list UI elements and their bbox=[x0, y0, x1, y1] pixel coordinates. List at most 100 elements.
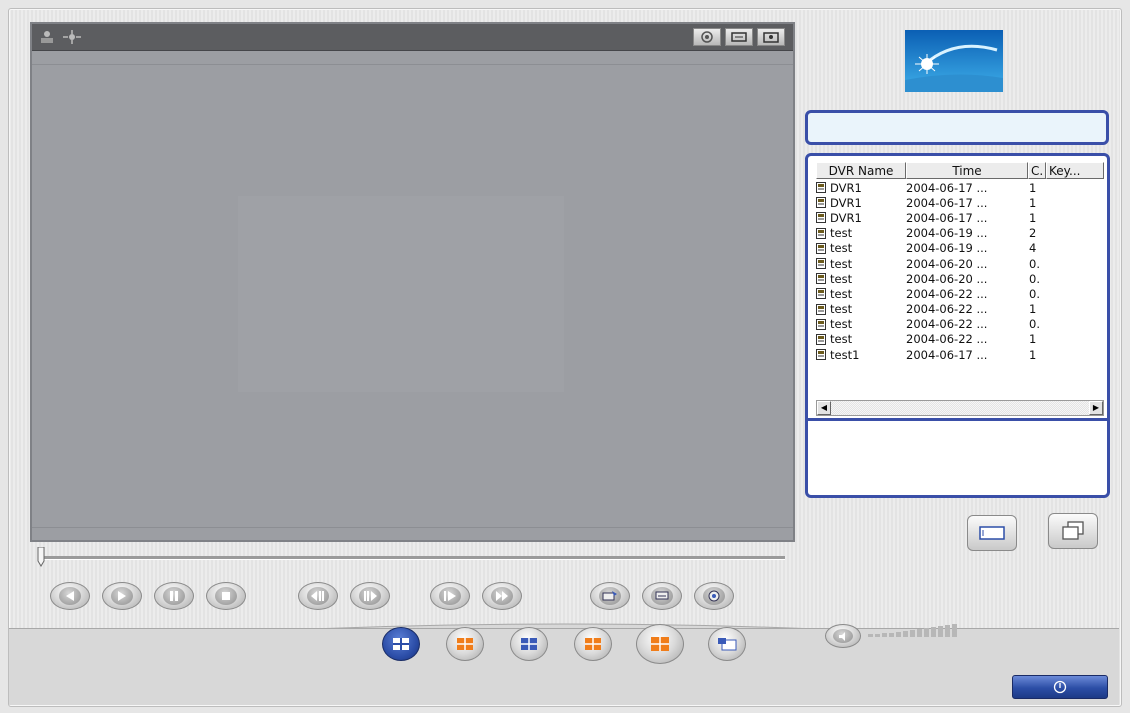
split-16-button[interactable] bbox=[636, 624, 684, 664]
cell-time: 2004-06-22 ... bbox=[906, 286, 988, 301]
video-toolbar bbox=[32, 24, 793, 51]
split-16-icon bbox=[651, 637, 669, 651]
column-channel[interactable]: C. bbox=[1028, 162, 1046, 179]
ptz-icon[interactable] bbox=[62, 29, 81, 45]
split-6-button[interactable] bbox=[510, 627, 548, 661]
cell-dvr-name: test bbox=[816, 272, 906, 286]
cell-dvr-name: test bbox=[816, 287, 906, 301]
power-icon bbox=[1053, 680, 1067, 694]
column-dvr-name[interactable]: DVR Name bbox=[816, 162, 906, 179]
volume-button[interactable] bbox=[825, 624, 861, 648]
document-icon bbox=[816, 258, 826, 270]
slow-icon bbox=[439, 587, 461, 605]
dvr-name: test bbox=[830, 286, 853, 301]
dvr-name: DVR1 bbox=[830, 195, 862, 210]
save-clip-button[interactable] bbox=[590, 582, 630, 610]
print-icon[interactable] bbox=[725, 28, 753, 46]
column-key[interactable]: Key... bbox=[1046, 162, 1104, 179]
cell-time: 2004-06-20 ... bbox=[906, 271, 988, 286]
playback-slider[interactable] bbox=[40, 556, 785, 560]
print-icon bbox=[651, 587, 673, 605]
cell-time: 2004-06-19 ... bbox=[906, 226, 988, 241]
scroll-left-icon[interactable]: ◀ bbox=[817, 401, 831, 415]
split-9-button[interactable] bbox=[574, 627, 612, 661]
rewind-icon bbox=[59, 587, 81, 605]
stop-button[interactable] bbox=[206, 582, 246, 610]
event-list-header: DVR Name Time C. Key... bbox=[816, 162, 1104, 179]
table-row[interactable]: test 2004-06-20 ... 0. bbox=[816, 271, 1059, 286]
network-icon[interactable] bbox=[38, 29, 54, 45]
cell-dvr-name: test bbox=[816, 241, 906, 255]
table-row[interactable]: test 2004-06-22 ... 1 bbox=[816, 332, 1059, 347]
stop-icon bbox=[215, 587, 237, 605]
cell-dvr-name: test1 bbox=[816, 348, 906, 362]
table-row[interactable]: test 2004-06-22 ... 0. bbox=[816, 317, 1059, 332]
table-row[interactable]: test 2004-06-20 ... 0. bbox=[816, 256, 1059, 271]
document-icon bbox=[816, 318, 826, 330]
table-row[interactable]: DVR1 2004-06-17 ... 1 bbox=[816, 180, 1059, 195]
document-icon bbox=[816, 182, 826, 194]
scroll-right-icon[interactable]: ▶ bbox=[1089, 401, 1103, 415]
table-row[interactable]: test 2004-06-22 ... 1 bbox=[816, 302, 1059, 317]
snapshot-icon[interactable] bbox=[693, 28, 721, 46]
document-icon bbox=[816, 227, 826, 239]
cell-time: 2004-06-22 ... bbox=[906, 317, 988, 332]
video-display[interactable] bbox=[30, 22, 795, 542]
cell-time: 2004-06-17 ... bbox=[906, 195, 988, 210]
dvr-name: DVR1 bbox=[830, 180, 862, 195]
bottom-panel bbox=[9, 628, 1119, 705]
print-button[interactable] bbox=[642, 582, 682, 610]
horizontal-scrollbar[interactable]: ◀ ▶ bbox=[816, 400, 1104, 416]
table-row[interactable]: test1 2004-06-17 ... 1 bbox=[816, 347, 1059, 362]
split-6-icon bbox=[521, 638, 537, 650]
fast-button[interactable] bbox=[482, 582, 522, 610]
dvr-name: test bbox=[830, 241, 853, 256]
cell-dvr-name: test bbox=[816, 226, 906, 240]
slider-thumb[interactable] bbox=[36, 547, 46, 567]
table-row[interactable]: DVR1 2004-06-17 ... 1 bbox=[816, 195, 1059, 210]
slow-button[interactable] bbox=[430, 582, 470, 610]
document-icon bbox=[816, 288, 826, 300]
save-clip-icon bbox=[599, 587, 621, 605]
event-list-rows: DVR1 2004-06-17 ... 1 DVR1 2004-06-17 ... 1 DV… bbox=[816, 180, 1059, 362]
table-row[interactable]: test 2004-06-19 ... 2 bbox=[816, 226, 1059, 241]
split-1-button[interactable] bbox=[382, 627, 420, 661]
power-button[interactable] bbox=[1012, 675, 1108, 699]
dvr-name: test bbox=[830, 332, 853, 347]
play-icon bbox=[111, 587, 133, 605]
snapshot-button[interactable] bbox=[694, 582, 734, 610]
cell-channel: 1 bbox=[1029, 347, 1037, 362]
cell-channel: 1 bbox=[1029, 210, 1037, 225]
play-button[interactable] bbox=[102, 582, 142, 610]
document-icon bbox=[816, 349, 826, 361]
step-forward-button[interactable] bbox=[350, 582, 390, 610]
cell-channel: 0. bbox=[1029, 286, 1040, 301]
cell-time: 2004-06-17 ... bbox=[906, 347, 988, 362]
cell-dvr-name: test bbox=[816, 332, 906, 346]
snapshot-icon bbox=[703, 587, 725, 605]
info-box[interactable] bbox=[805, 110, 1109, 145]
cell-channel: 1 bbox=[1029, 180, 1037, 195]
volume-slider[interactable] bbox=[868, 624, 957, 637]
rewind-button[interactable] bbox=[50, 582, 90, 610]
multi-window-button[interactable] bbox=[1048, 513, 1098, 549]
document-icon bbox=[816, 197, 826, 209]
pause-button[interactable] bbox=[154, 582, 194, 610]
table-row[interactable]: test 2004-06-22 ... 0. bbox=[816, 286, 1059, 301]
column-time[interactable]: Time bbox=[906, 162, 1028, 179]
cell-channel: 0. bbox=[1029, 317, 1040, 332]
table-row[interactable]: DVR1 2004-06-17 ... 1 bbox=[816, 210, 1059, 225]
brand-logo bbox=[905, 30, 1003, 92]
cell-dvr-name: test bbox=[816, 302, 906, 316]
cell-channel: 1 bbox=[1029, 332, 1037, 347]
video-frame bbox=[238, 196, 564, 392]
sequence-button[interactable] bbox=[708, 627, 746, 661]
split-4-icon bbox=[457, 638, 473, 650]
step-back-button[interactable] bbox=[298, 582, 338, 610]
cell-time: 2004-06-20 ... bbox=[906, 256, 988, 271]
split-4-button[interactable] bbox=[446, 627, 484, 661]
table-row[interactable]: test 2004-06-19 ... 4 bbox=[816, 241, 1059, 256]
record-icon[interactable] bbox=[757, 28, 785, 46]
single-view-button[interactable] bbox=[967, 515, 1017, 551]
document-icon bbox=[816, 333, 826, 345]
